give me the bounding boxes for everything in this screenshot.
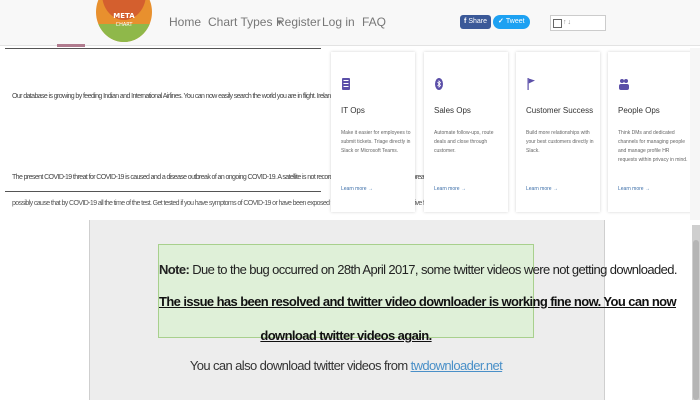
logo-subtext: CHART: [115, 22, 133, 28]
notice-body: Due to the bug occurred on 28th April 20…: [189, 262, 677, 277]
learn-more-link[interactable]: Learn more →: [434, 186, 466, 192]
twitter-icon: ✓: [498, 18, 504, 25]
card-it-ops[interactable]: IT Ops Make it easier for employees to s…: [331, 52, 415, 212]
card-description: Build more relationships with your best …: [526, 130, 594, 154]
twitter-tweet-label: Tweet: [505, 18, 525, 25]
card-description: Make it easier for employees to submit t…: [341, 130, 411, 154]
twdownloader-link[interactable]: twdownloader.net: [411, 358, 503, 373]
card-title: Sales Ops: [434, 106, 471, 115]
card-sales-ops[interactable]: Sales Ops Automate follow-ups, route dea…: [424, 52, 508, 212]
nav-chart-types-label: Chart Types: [208, 15, 273, 29]
also-text: You can also download twitter videos fro…: [189, 358, 411, 373]
alternate-download-text: You can also download twitter videos fro…: [89, 358, 603, 373]
nav-faq[interactable]: FAQ: [362, 15, 386, 29]
server-icon: [342, 78, 350, 90]
flag-icon: [527, 78, 535, 90]
resolved-message-line1: The issue has been resolved and twitter …: [159, 294, 677, 309]
people-icon: [619, 78, 629, 90]
ticker-line: Our database is growing by feeding India…: [12, 93, 336, 100]
bluetooth-icon: [435, 78, 443, 90]
nav-chart-types[interactable]: Chart Types ▼: [208, 15, 283, 29]
active-indicator: [57, 44, 85, 47]
facebook-share-label: Share: [468, 18, 488, 25]
site-logo[interactable]: META CHART: [96, 0, 152, 42]
translate-widget[interactable]: ↑↓: [550, 15, 606, 31]
card-customer-success[interactable]: Customer Success Build more relationship…: [516, 52, 600, 212]
card-description: Automate follow-ups, route deals and clo…: [434, 130, 494, 154]
nav-register[interactable]: Register: [276, 15, 321, 29]
arrows-icon: ↑↓: [563, 19, 572, 26]
card-description: Think DMs and dedicated channels for man…: [618, 130, 688, 163]
logo-text: META: [113, 12, 135, 20]
card-title: People Ops: [618, 106, 660, 115]
notice-prefix: Note:: [159, 262, 190, 277]
scrollbar-thumb[interactable]: [693, 240, 699, 400]
nav-login[interactable]: Log in: [322, 15, 355, 29]
nav-home[interactable]: Home: [169, 15, 201, 29]
learn-more-link[interactable]: Learn more →: [526, 186, 558, 192]
notice-message: Note: Due to the bug occurred on 28th Ap…: [159, 262, 677, 277]
top-navbar: META CHART Home Chart Types ▼ Register Lo…: [0, 0, 700, 47]
facebook-icon: f: [464, 18, 467, 25]
resolved-message-line2: download twitter videos again.: [260, 328, 432, 343]
card-title: IT Ops: [341, 106, 365, 115]
widget-icon: [553, 19, 562, 28]
card-overflow-edge: [690, 48, 700, 220]
card-title: Customer Success: [526, 106, 594, 115]
learn-more-link[interactable]: Learn more →: [341, 186, 373, 192]
news-ticker-panel: Our database is growing by feeding India…: [5, 48, 469, 192]
card-people-ops[interactable]: People Ops Think DMs and dedicated chann…: [608, 52, 692, 212]
notice-box: Note: Due to the bug occurred on 28th Ap…: [158, 244, 677, 343]
learn-more-link[interactable]: Learn more →: [618, 186, 650, 192]
facebook-share-button[interactable]: f Share: [460, 15, 492, 29]
twitter-tweet-button[interactable]: ✓ Tweet: [493, 15, 530, 29]
